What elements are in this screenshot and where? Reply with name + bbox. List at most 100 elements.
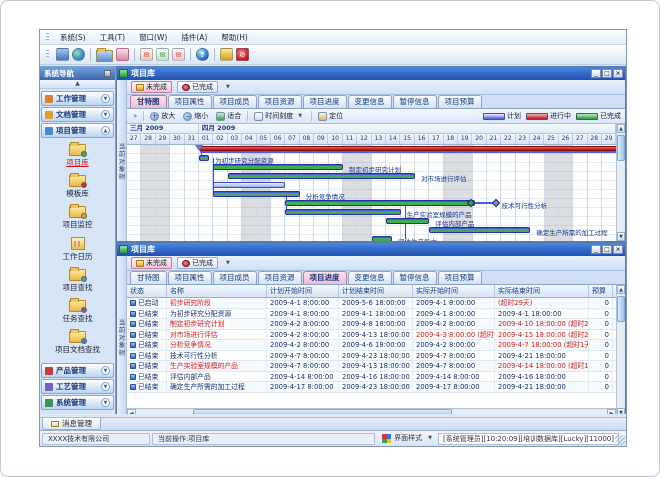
scroll-left-icon[interactable]: ◀ bbox=[127, 409, 136, 414]
tab-变更信息[interactable]: 变更信息 bbox=[348, 95, 392, 108]
gantt-bar-评估生产能力[interactable] bbox=[372, 236, 392, 241]
chevron-down-icon[interactable]: ▼ bbox=[425, 433, 435, 444]
gantt-bar-对市场进行评估[interactable] bbox=[228, 173, 415, 179]
gantt-bar-生产实验室规模的产品[interactable] bbox=[285, 209, 400, 215]
column-header-名称[interactable]: 名称 bbox=[167, 285, 267, 297]
gantt-bar-为初步研究分配资源[interactable] bbox=[199, 155, 209, 161]
sidebar-item-模板库[interactable]: 模板库 bbox=[41, 172, 114, 199]
collapsed-panel-strip[interactable]: 当前对象树 bbox=[117, 256, 127, 414]
pin-icon[interactable] bbox=[104, 70, 111, 77]
column-header-实际开始时间[interactable]: 实际开始时间 bbox=[413, 285, 495, 297]
menu-item-0[interactable]: 系统(S) bbox=[53, 33, 93, 42]
scroll-track[interactable] bbox=[617, 294, 625, 408]
filter-button-finished[interactable]: 已完成 bbox=[177, 257, 218, 269]
chevron-down-icon[interactable]: ▼ bbox=[101, 382, 110, 391]
table-row[interactable]: 已结束评估内部产品2009-4-14 8:00:002009-4-16 18:0… bbox=[127, 372, 616, 383]
scroll-down-icon[interactable]: ▼ bbox=[617, 232, 625, 241]
gantt-bar-plan[interactable] bbox=[213, 182, 285, 188]
table-row[interactable]: 已结束确定生产所需的加工过程2009-4-17 8:00:002009-4-23… bbox=[127, 382, 616, 393]
sidebar-item-任务查找[interactable]: 任务查找 bbox=[41, 297, 114, 324]
scroll-thumb[interactable] bbox=[193, 409, 452, 414]
tab-项目属性[interactable]: 项目属性 bbox=[168, 271, 212, 284]
chevron-up-icon[interactable]: ▲ bbox=[101, 126, 110, 135]
gantt-bar-制定初步研究计划[interactable] bbox=[213, 164, 343, 170]
sidebar-group-项目管理[interactable]: 项目管理▲ bbox=[41, 123, 114, 138]
gantt-bar-分析竞争情况[interactable] bbox=[213, 191, 299, 197]
workspace-icon[interactable] bbox=[56, 48, 69, 61]
menu-item-4[interactable]: 帮助(H) bbox=[214, 33, 255, 42]
tab-项目成员[interactable]: 项目成员 bbox=[213, 95, 257, 108]
maximize-button[interactable]: □ bbox=[602, 245, 612, 254]
tab-暂停信息[interactable]: 暂停信息 bbox=[393, 95, 437, 108]
close-button[interactable]: × bbox=[613, 245, 623, 254]
gantt-bar-评估内部产品[interactable] bbox=[386, 218, 429, 224]
chevron-down-icon[interactable]: ▼ bbox=[101, 398, 110, 407]
filter-button-unfinished[interactable]: 未完成 bbox=[131, 257, 172, 269]
scroll-up-icon[interactable]: ▲ bbox=[617, 285, 625, 294]
scroll-down-icon[interactable]: ▼ bbox=[617, 408, 625, 414]
mail-red-icon[interactable]: ✉ bbox=[140, 48, 153, 61]
minimize-button[interactable]: _ bbox=[591, 245, 601, 254]
table-horizontal-scrollbar[interactable]: ◀ ▶ bbox=[127, 408, 616, 414]
close-button[interactable]: × bbox=[613, 69, 623, 78]
resize-grip[interactable] bbox=[615, 435, 625, 445]
tab-变更信息[interactable]: 变更信息 bbox=[348, 271, 392, 284]
tab-项目资源[interactable]: 项目资源 bbox=[258, 95, 302, 108]
scroll-thumb[interactable] bbox=[617, 296, 625, 322]
table-row[interactable]: 已结束制定初步研究计划2009-4-2 8:00:002009-4-8 18:0… bbox=[127, 319, 616, 330]
table-row[interactable]: 已结束分析竞争情况2009-4-2 8:00:002009-4-6 18:00:… bbox=[127, 340, 616, 351]
time-button[interactable]: 时间刻度▼ bbox=[252, 111, 307, 121]
minimize-button[interactable]: _ bbox=[591, 69, 601, 78]
mail-chart-icon[interactable]: ✉ bbox=[156, 48, 169, 61]
scroll-track[interactable] bbox=[617, 133, 625, 232]
tab-甘特图[interactable]: 甘特图 bbox=[130, 271, 167, 284]
column-header-实际结束时间[interactable]: 实际结束时间 bbox=[495, 285, 589, 297]
gantt-vertical-scrollbar[interactable]: ▲ ▼ bbox=[616, 124, 625, 241]
zoomout-button[interactable]: −缩小 bbox=[181, 111, 210, 121]
table-row[interactable]: 已结束对市场进行评估2009-4-2 8:00:002009-4-13 18:0… bbox=[127, 330, 616, 341]
sidebar-group-产品管理[interactable]: 产品管理▼ bbox=[41, 363, 114, 378]
lock-icon[interactable] bbox=[220, 48, 233, 61]
tab-项目资源[interactable]: 项目资源 bbox=[258, 271, 302, 284]
folder-icon[interactable] bbox=[96, 50, 113, 62]
globe-icon[interactable] bbox=[72, 48, 85, 61]
filter-button-unfinished[interactable]: 未完成 bbox=[131, 81, 172, 93]
menu-item-1[interactable]: 工具(T) bbox=[93, 33, 132, 42]
toolbar-overflow-chevron[interactable]: » bbox=[131, 112, 139, 120]
scroll-right-icon[interactable]: ▶ bbox=[607, 409, 616, 414]
scroll-up-icon[interactable]: ▲ bbox=[617, 124, 625, 133]
maximize-button[interactable]: □ bbox=[602, 69, 612, 78]
table-row[interactable]: 已结束为初步研究分配资源2009-4-1 8:00:002009-4-1 18:… bbox=[127, 309, 616, 320]
table-vertical-scrollbar[interactable]: ▲ ▼ bbox=[616, 285, 625, 414]
scroll-thumb[interactable] bbox=[617, 135, 625, 161]
sidebar-item-项目查找[interactable]: 项目查找 bbox=[41, 266, 114, 293]
filter-button-finished[interactable]: 已完成 bbox=[177, 81, 218, 93]
block-icon[interactable]: ⊘ bbox=[236, 48, 249, 61]
sidebar-group-工艺管理[interactable]: 工艺管理▼ bbox=[41, 379, 114, 394]
column-header-计划结束时间[interactable]: 计划结束时间 bbox=[339, 285, 413, 297]
sidebar-item-项目库[interactable]: 项目库 bbox=[41, 141, 114, 168]
sidebar-item-项目监控[interactable]: 项目监控 bbox=[41, 203, 114, 230]
chevron-down-icon[interactable]: ▼ bbox=[101, 366, 110, 375]
column-header-状态[interactable]: 状态 bbox=[127, 285, 167, 297]
zoomin-button[interactable]: +放大 bbox=[148, 111, 177, 121]
tab-项目预算[interactable]: 项目预算 bbox=[438, 271, 482, 284]
gantt-bar-summary[interactable] bbox=[199, 146, 616, 151]
tab-message-management[interactable]: 消息管理 bbox=[42, 418, 101, 430]
tab-项目进度[interactable]: 项目进度 bbox=[303, 271, 347, 284]
tab-项目进度[interactable]: 项目进度 bbox=[303, 95, 347, 108]
sidebar-item-项目文档查找[interactable]: 项目文档查找 bbox=[41, 328, 114, 355]
chevron-down-icon[interactable]: ▼ bbox=[101, 110, 110, 119]
style-selector[interactable]: 界面样式 bbox=[394, 433, 422, 444]
column-header-预算[interactable]: 预算 bbox=[589, 285, 613, 297]
scroll-track[interactable] bbox=[136, 409, 607, 414]
tab-项目预算[interactable]: 项目预算 bbox=[438, 95, 482, 108]
sidebar-group-系统管理[interactable]: 系统管理▼ bbox=[41, 395, 114, 410]
sidebar-item-工作日历[interactable]: 工作日历 bbox=[41, 234, 114, 262]
tab-项目成员[interactable]: 项目成员 bbox=[213, 271, 257, 284]
tab-暂停信息[interactable]: 暂停信息 bbox=[393, 271, 437, 284]
collapsed-panel-strip[interactable]: 当前对象树 bbox=[117, 80, 127, 241]
column-header-计划开始时间[interactable]: 计划开始时间 bbox=[267, 285, 339, 297]
table-row[interactable]: 已结束技术可行性分析2009-4-7 8:00:002009-4-23 18:0… bbox=[127, 351, 616, 362]
toolbar-drag-handle[interactable] bbox=[46, 50, 49, 59]
